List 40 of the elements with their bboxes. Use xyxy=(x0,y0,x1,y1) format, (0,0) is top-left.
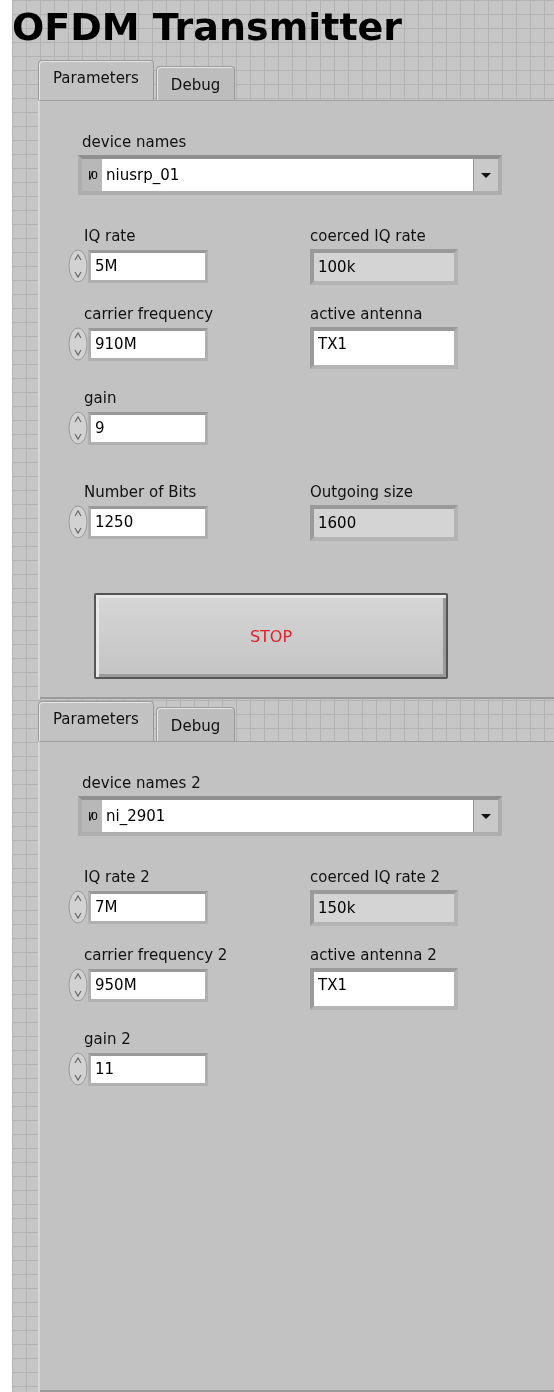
numeric-field[interactable]: 11 xyxy=(88,1052,208,1086)
increment-decrement-icon[interactable] xyxy=(68,1052,88,1086)
numeric-field[interactable]: 5M xyxy=(88,249,208,283)
field-label: device names 2 xyxy=(82,774,202,792)
text-field[interactable]: TX1 xyxy=(310,968,458,1010)
increment-decrement-icon[interactable] xyxy=(68,249,88,283)
field-label: carrier frequency 2 xyxy=(84,946,229,964)
increment-decrement-icon[interactable] xyxy=(68,411,88,445)
field-label: gain 2 xyxy=(84,1030,132,1048)
field-label: gain xyxy=(84,389,118,407)
text-field[interactable]: TX1 xyxy=(310,327,458,369)
device-dropdown[interactable]: I/0 ni_2901 xyxy=(78,796,502,836)
field-label: active antenna 2 xyxy=(310,946,438,964)
increment-decrement-icon[interactable] xyxy=(68,327,88,361)
indicator-field: 100k xyxy=(310,249,458,285)
field-label: Number of Bits xyxy=(84,483,198,501)
indicator-field: 150k xyxy=(310,890,458,926)
field-label: Outgoing size xyxy=(310,483,414,501)
numeric-field[interactable]: 910M xyxy=(88,327,208,361)
increment-decrement-icon[interactable] xyxy=(68,968,88,1002)
tab[interactable]: Parameters xyxy=(38,60,154,100)
numeric-field[interactable]: 1250 xyxy=(88,505,208,539)
tab[interactable]: Debug xyxy=(155,66,236,100)
numeric-field[interactable]: 7M xyxy=(88,890,208,924)
increment-decrement-icon[interactable] xyxy=(68,890,88,924)
field-label: coerced IQ rate 2 xyxy=(310,868,442,886)
increment-decrement-icon[interactable] xyxy=(68,505,88,539)
indicator-field: 1600 xyxy=(310,505,458,541)
panel-title: OFDM Transmitter xyxy=(12,4,404,51)
numeric-field[interactable]: 9 xyxy=(88,411,208,445)
field-label: IQ rate 2 xyxy=(84,868,151,886)
field-label: active antenna xyxy=(310,305,424,323)
field-label: carrier frequency xyxy=(84,305,215,323)
tab[interactable]: Parameters xyxy=(38,701,154,741)
field-label: device names xyxy=(82,133,188,151)
numeric-field[interactable]: 950M xyxy=(88,968,208,1002)
field-label: IQ rate xyxy=(84,227,137,245)
device-dropdown[interactable]: I/0 niusrp_01 xyxy=(78,155,502,195)
tab[interactable]: Debug xyxy=(155,707,236,741)
field-label: coerced IQ rate xyxy=(310,227,427,245)
